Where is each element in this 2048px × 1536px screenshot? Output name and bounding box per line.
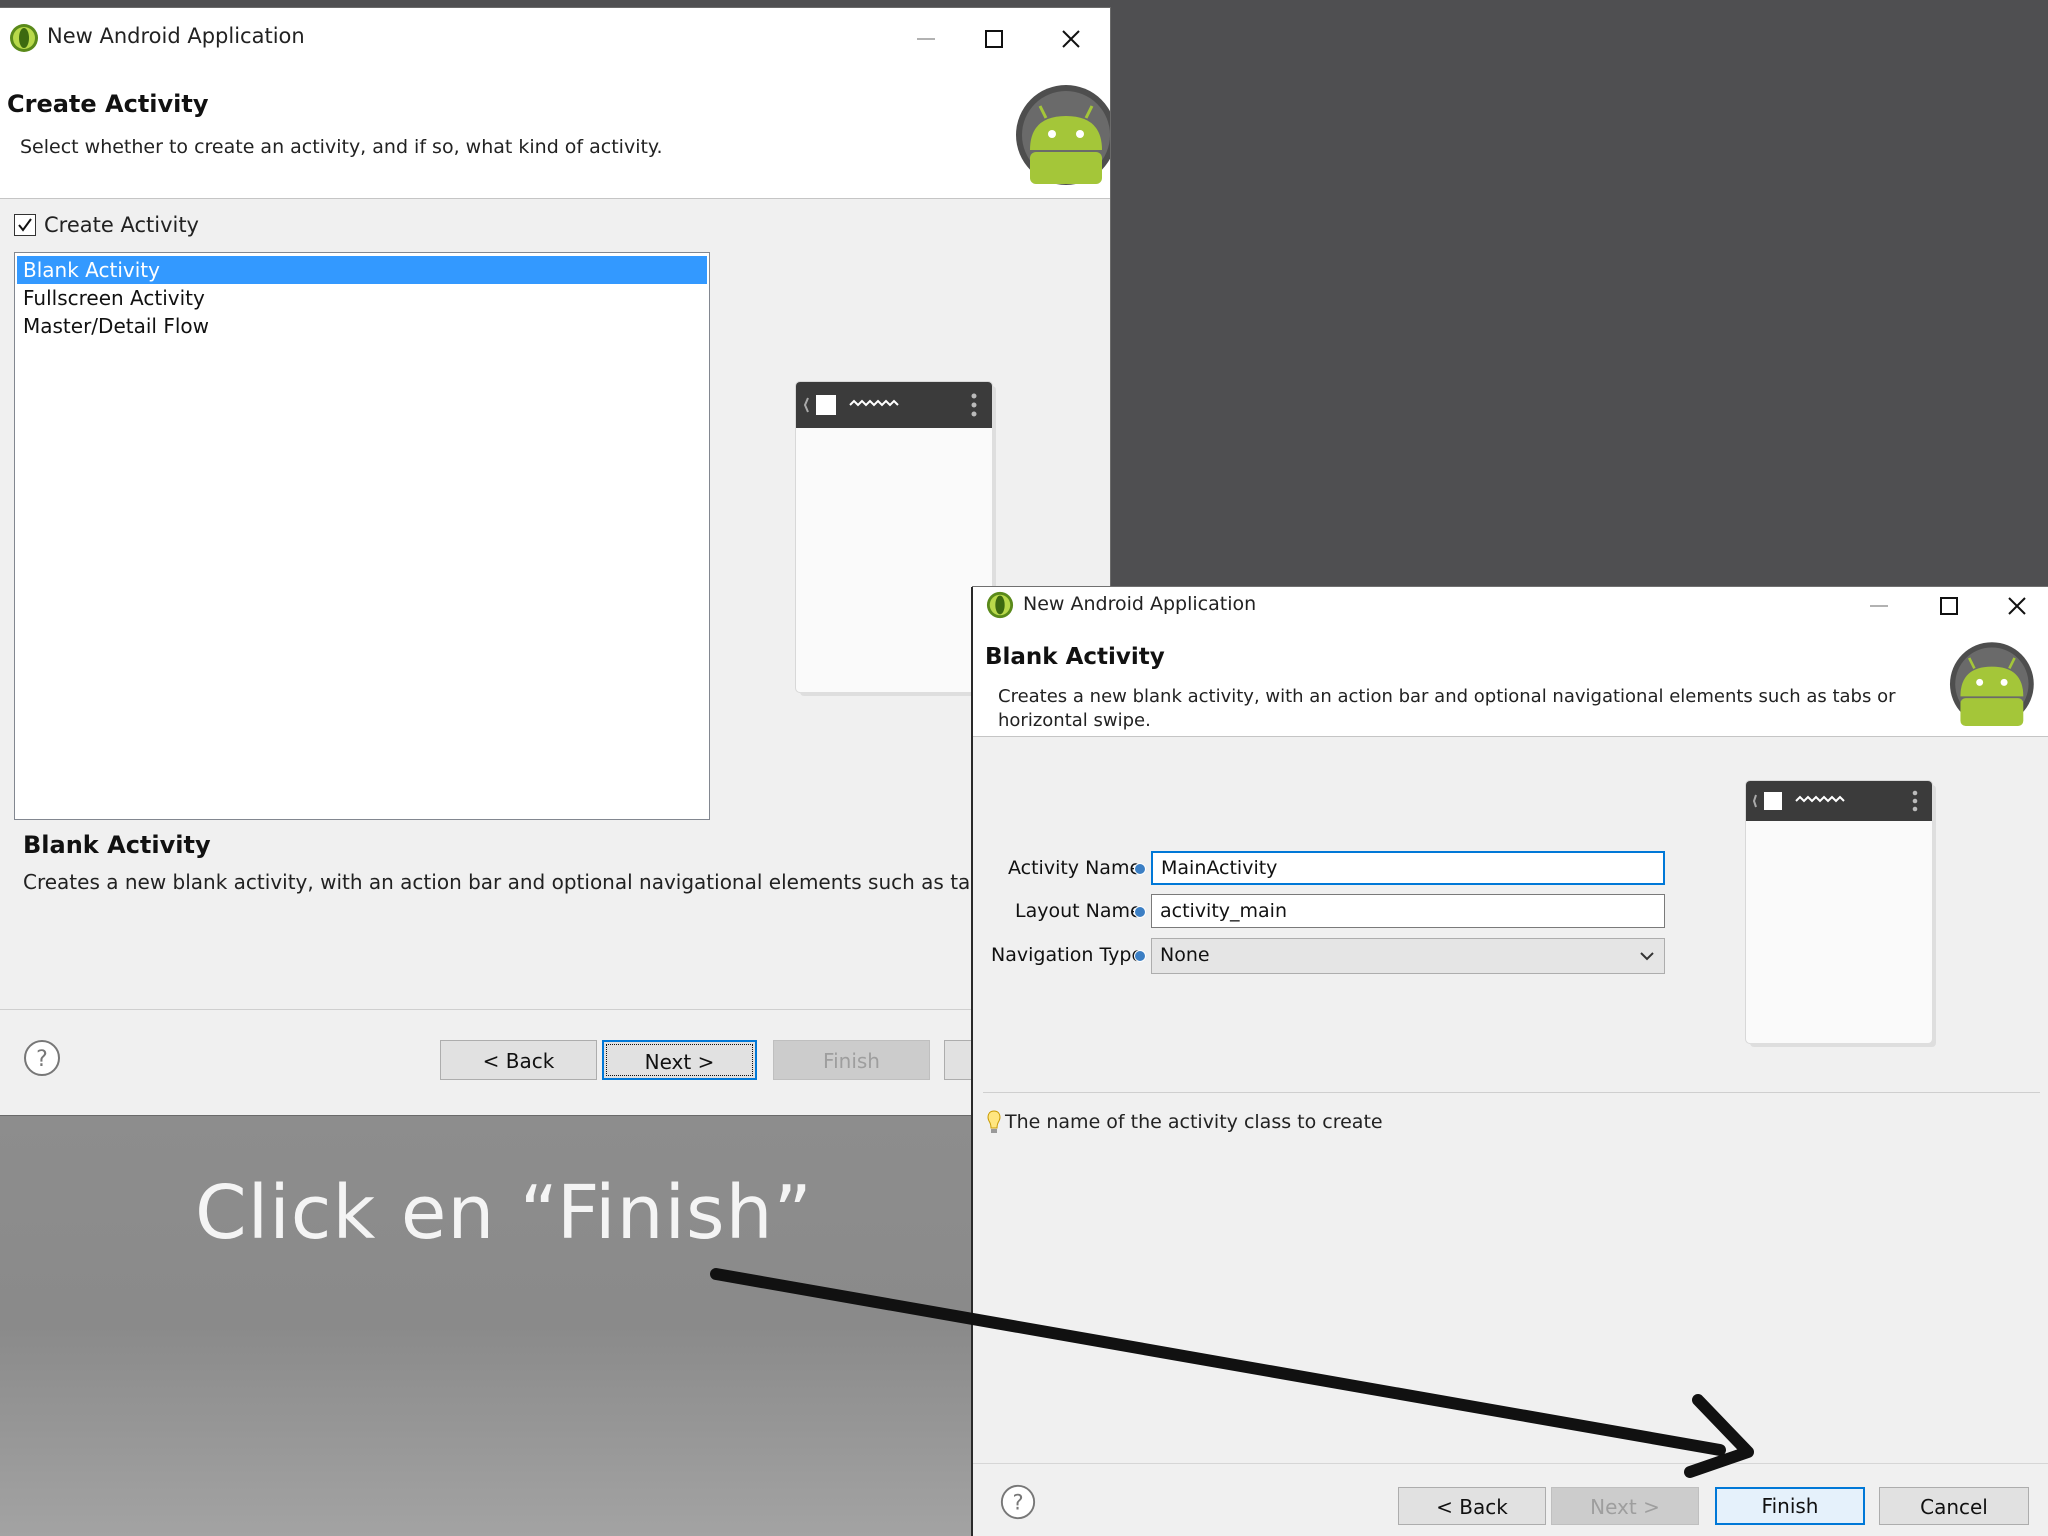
- title-bar: New Android Application: [973, 587, 2048, 637]
- page-title: Create Activity: [7, 90, 209, 118]
- svg-text:?: ?: [1012, 1491, 1023, 1515]
- lightbulb-icon: [987, 1110, 1001, 1133]
- window-title: New Android Application: [1023, 593, 1257, 615]
- eclipse-app-icon: [10, 24, 38, 52]
- next-button[interactable]: Next >: [602, 1040, 757, 1080]
- action-bar-icons: [1752, 790, 1918, 812]
- create-activity-checkbox[interactable]: Create Activity: [14, 213, 199, 237]
- help-icon[interactable]: ?: [22, 1038, 62, 1078]
- eclipse-app-icon: [986, 591, 1014, 619]
- info-icon: [1134, 863, 1146, 875]
- wizard-header: Create Activity Select whether to create…: [0, 70, 1110, 199]
- svg-text:?: ?: [36, 1047, 48, 1072]
- navigation-type-value: None: [1160, 944, 1210, 966]
- layout-name-field[interactable]: activity_main: [1151, 894, 1665, 928]
- wizard-header: Blank Activity Creates a new blank activ…: [973, 637, 2048, 737]
- window-title: New Android Application: [47, 24, 305, 48]
- android-logo-icon: [1949, 642, 2034, 727]
- selected-template-description: Creates a new blank activity, with an ac…: [23, 870, 1066, 894]
- list-item[interactable]: Master/Detail Flow: [17, 312, 707, 340]
- page-description: Select whether to create an activity, an…: [20, 136, 663, 158]
- preview-action-bar: [796, 382, 992, 428]
- template-preview: [1746, 781, 1932, 1043]
- template-preview: [796, 382, 992, 692]
- help-icon[interactable]: ?: [999, 1483, 1037, 1521]
- back-button[interactable]: < Back: [1398, 1487, 1546, 1525]
- minimize-icon[interactable]: [907, 20, 945, 58]
- close-icon[interactable]: [1052, 20, 1090, 58]
- list-item[interactable]: Fullscreen Activity: [17, 284, 707, 312]
- layout-name-label: Layout Name: [1015, 900, 1142, 922]
- finish-button[interactable]: Finish: [773, 1040, 930, 1080]
- activity-name-label: Activity Name: [1008, 857, 1142, 879]
- selected-template-title: Blank Activity: [23, 831, 211, 859]
- maximize-icon[interactable]: [1930, 587, 1968, 625]
- close-icon[interactable]: [1998, 587, 2036, 625]
- activity-name-field[interactable]: MainActivity: [1151, 851, 1665, 885]
- navigation-type-label: Navigation Type: [991, 944, 1144, 966]
- checkbox-label: Create Activity: [44, 213, 199, 237]
- page-title: Blank Activity: [985, 644, 1165, 670]
- checkmark-icon: [18, 218, 32, 232]
- info-icon: [1134, 906, 1146, 918]
- title-bar: New Android Application: [0, 8, 1110, 70]
- create-activity-dialog: New Android Application Create Activity …: [0, 8, 1110, 1115]
- android-logo-icon: [1016, 85, 1110, 185]
- navigation-type-select[interactable]: None: [1151, 938, 1665, 974]
- chevron-down-icon: [1640, 952, 1654, 961]
- page-description-line1: Creates a new blank activity, with an ac…: [998, 686, 1896, 707]
- back-button[interactable]: < Back: [440, 1040, 597, 1080]
- maximize-icon[interactable]: [975, 20, 1013, 58]
- finish-button[interactable]: Finish: [1715, 1487, 1865, 1525]
- hint-message: The name of the activity class to create: [986, 1109, 1383, 1135]
- separator: [983, 1092, 2040, 1093]
- page-description-line2: horizontal swipe.: [998, 710, 1151, 731]
- list-item[interactable]: Blank Activity: [17, 256, 707, 284]
- next-button[interactable]: Next >: [1551, 1487, 1699, 1525]
- info-icon: [1134, 950, 1146, 962]
- hint-text: The name of the activity class to create: [1005, 1111, 1383, 1133]
- separator: [0, 1009, 1110, 1010]
- cancel-button[interactable]: Cancel: [1879, 1487, 2029, 1525]
- action-bar-icons: [803, 393, 977, 417]
- pointer-arrow-icon: [710, 1268, 1754, 1478]
- activity-template-list[interactable]: Blank Activity Fullscreen Activity Maste…: [14, 252, 710, 820]
- preview-action-bar: [1746, 781, 1932, 821]
- checkbox-box[interactable]: [14, 214, 36, 236]
- minimize-icon[interactable]: [1860, 587, 1898, 625]
